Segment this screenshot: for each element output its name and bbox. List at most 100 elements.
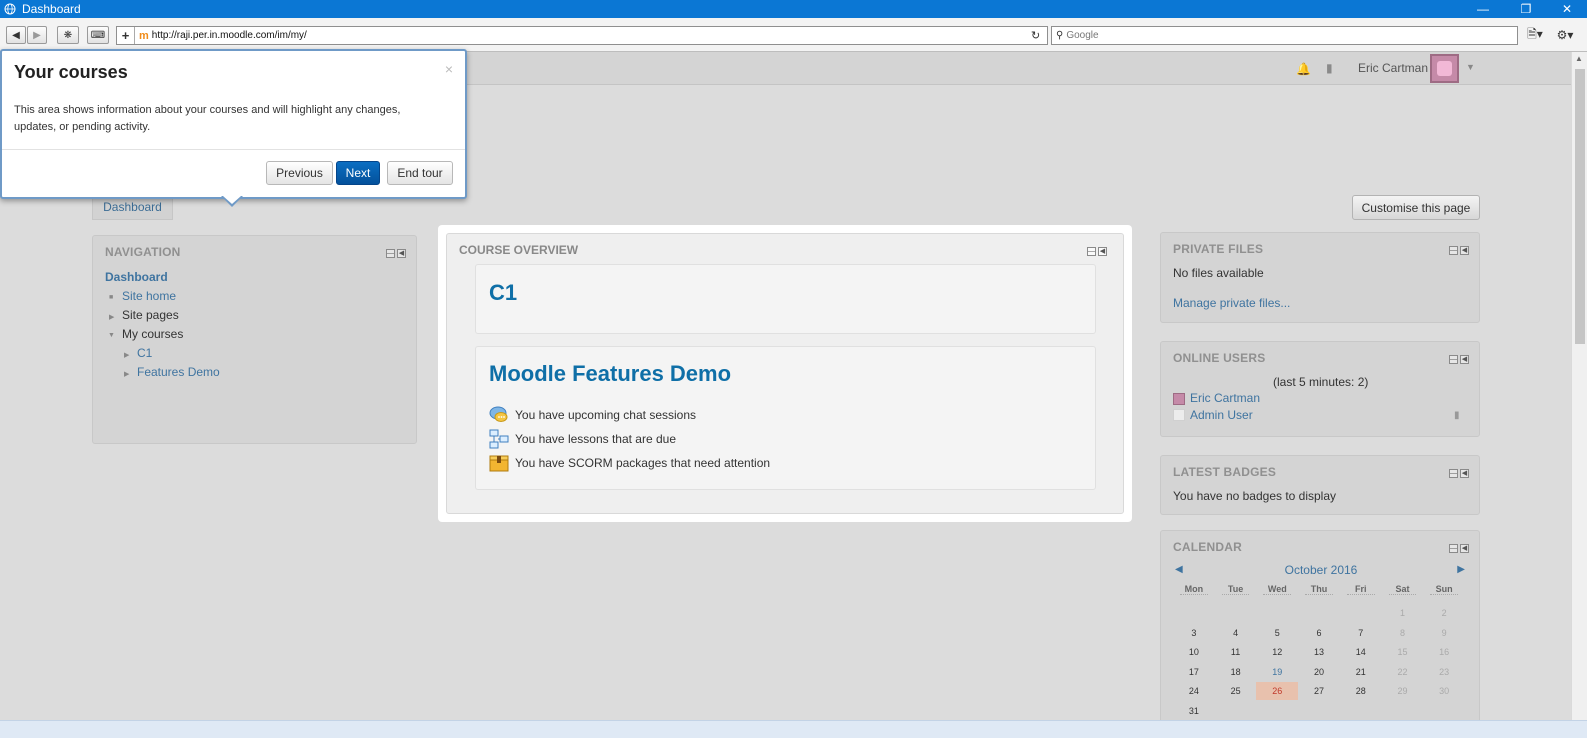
url-text[interactable]: http://raji.per.in.moodle.com/im/my/	[152, 30, 1031, 41]
nav-dashboard[interactable]: Dashboard	[105, 270, 168, 284]
calendar-day[interactable]: 15	[1382, 643, 1424, 661]
nav-site-pages[interactable]: Site pages	[122, 308, 179, 322]
scroll-up-icon[interactable]: ▲	[1575, 54, 1583, 63]
nav-site-home[interactable]: Site home	[122, 289, 176, 303]
restore-button[interactable]: ❐	[1508, 0, 1544, 18]
online-user-eric[interactable]: Eric Cartman	[1190, 391, 1260, 405]
calendar-empty-cell	[1340, 702, 1382, 720]
calendar-day[interactable]: 3	[1173, 624, 1215, 642]
calendar-day[interactable]: 16	[1423, 643, 1465, 661]
calendar-empty-cell	[1173, 604, 1215, 622]
dock-icon[interactable]: ◀	[397, 249, 406, 258]
manage-private-files-link[interactable]: Manage private files...	[1173, 296, 1290, 310]
tour-title: Your courses	[14, 62, 128, 82]
close-window-button[interactable]: ✕	[1549, 0, 1585, 18]
tools-menu-button[interactable]: ⚙▾	[1554, 26, 1576, 44]
expand-icon[interactable]: ▶	[124, 370, 129, 378]
calendar-month[interactable]: October 2016	[1161, 563, 1481, 577]
nav-course-c1[interactable]: C1	[137, 346, 152, 360]
collapse-arrow-icon[interactable]: ▼	[108, 332, 115, 339]
nav-my-courses[interactable]: My courses	[122, 327, 183, 341]
activity-chat[interactable]: You have upcoming chat sessions	[489, 405, 696, 425]
tour-end-button[interactable]: End tour	[387, 161, 453, 185]
dock-icon[interactable]: ◀	[1460, 355, 1469, 364]
calendar-day[interactable]: 17	[1173, 663, 1215, 681]
expand-icon[interactable]: ▶	[124, 351, 129, 359]
calendar-day[interactable]: 7	[1340, 624, 1382, 642]
expand-icon[interactable]: ▶	[109, 313, 114, 321]
calendar-day[interactable]: 27	[1298, 682, 1340, 700]
bullet-icon: ■	[109, 294, 114, 301]
calendar-day[interactable]: 25	[1215, 682, 1257, 700]
calendar-day[interactable]: 20	[1298, 663, 1340, 681]
calendar-day[interactable]: 11	[1215, 643, 1257, 661]
calendar-day[interactable]: 14	[1340, 643, 1382, 661]
calendar-day[interactable]: 31	[1173, 702, 1215, 720]
calendar-day[interactable]: 1	[1382, 604, 1424, 622]
notifications-icon[interactable]: 🔔	[1296, 62, 1311, 76]
calendar-day[interactable]: 22	[1382, 663, 1424, 681]
online-user-admin[interactable]: Admin User	[1190, 408, 1253, 422]
activity-scorm-text: You have SCORM packages that need attent…	[515, 456, 771, 470]
activity-scorm[interactable]: You have SCORM packages that need attent…	[489, 453, 770, 473]
calendar-day[interactable]: 9	[1423, 624, 1465, 642]
back-button[interactable]: ◀	[6, 26, 26, 44]
calendar-day[interactable]: 2	[1423, 604, 1465, 622]
calendar-day[interactable]: 5	[1256, 624, 1298, 642]
nav-course-features-demo[interactable]: Features Demo	[137, 365, 220, 379]
calendar-day[interactable]: 23	[1423, 663, 1465, 681]
keyboard-button[interactable]: ⌨	[87, 26, 109, 44]
calendar-day[interactable]: 30	[1423, 682, 1465, 700]
calendar-day[interactable]: 24	[1173, 682, 1215, 700]
calendar-day[interactable]: 13	[1298, 643, 1340, 661]
page-menu-button[interactable]: 🗎▾	[1524, 26, 1546, 44]
collapse-icon[interactable]: —	[1449, 246, 1458, 255]
dock-icon[interactable]: ◀	[1460, 544, 1469, 553]
calendar-day[interactable]: 8	[1382, 624, 1424, 642]
weekday-sat: Sat	[1388, 584, 1417, 595]
minimize-button[interactable]: —	[1465, 0, 1501, 18]
collapse-icon[interactable]: —	[386, 249, 395, 258]
user-avatar[interactable]	[1430, 54, 1459, 83]
course-title-features-demo[interactable]: Moodle Features Demo	[489, 361, 731, 387]
collapse-icon[interactable]: —	[1449, 355, 1458, 364]
forward-button[interactable]: ▶	[27, 26, 47, 44]
calendar-day[interactable]: 12	[1256, 643, 1298, 661]
dock-icon[interactable]: ◀	[1460, 246, 1469, 255]
window-title-bar: Dashboard	[0, 0, 1587, 18]
calendar-day[interactable]: 18	[1215, 663, 1257, 681]
tour-next-button[interactable]: Next	[336, 161, 380, 185]
message-icon[interactable]: ▮	[1454, 410, 1460, 421]
window-title: Dashboard	[22, 2, 81, 16]
close-icon[interactable]: ×	[445, 61, 453, 77]
collapse-icon[interactable]: —	[1087, 247, 1096, 256]
dock-icon[interactable]: ◀	[1098, 247, 1107, 256]
collapse-icon[interactable]: —	[1449, 469, 1458, 478]
dock-icon[interactable]: ◀	[1460, 469, 1469, 478]
course-title-c1[interactable]: C1	[489, 280, 517, 306]
calendar-empty-cell	[1256, 604, 1298, 622]
user-menu-name[interactable]: Eric Cartman	[1358, 61, 1428, 75]
customise-page-button[interactable]: Customise this page	[1352, 195, 1480, 220]
reload-icon[interactable]: ↻	[1031, 29, 1047, 42]
tour-previous-button[interactable]: Previous	[266, 161, 333, 185]
bug-button[interactable]: ❋	[57, 26, 79, 44]
add-bookmark-icon[interactable]: +	[117, 27, 135, 44]
calendar-day[interactable]: 10	[1173, 643, 1215, 661]
messages-icon[interactable]: ▮	[1326, 61, 1333, 75]
vertical-scrollbar[interactable]: ▲	[1571, 52, 1587, 720]
scrollbar-thumb[interactable]	[1575, 69, 1585, 344]
activity-lesson[interactable]: You have lessons that are due	[489, 429, 676, 449]
calendar-day[interactable]: 4	[1215, 624, 1257, 642]
calendar-day[interactable]: 6	[1298, 624, 1340, 642]
next-month-icon[interactable]: ▶	[1457, 564, 1465, 575]
collapse-icon[interactable]: —	[1449, 544, 1458, 553]
calendar-day[interactable]: 29	[1382, 682, 1424, 700]
calendar-day[interactable]: 28	[1340, 682, 1382, 700]
calendar-day[interactable]: 26	[1256, 682, 1299, 700]
calendar-day[interactable]: 19	[1256, 663, 1298, 681]
calendar-day[interactable]: 21	[1340, 663, 1382, 681]
chevron-down-icon[interactable]: ▼	[1466, 62, 1475, 72]
address-bar[interactable]: + m http://raji.per.in.moodle.com/im/my/…	[116, 26, 1048, 45]
search-input[interactable]: ⚲ Google	[1051, 26, 1518, 45]
